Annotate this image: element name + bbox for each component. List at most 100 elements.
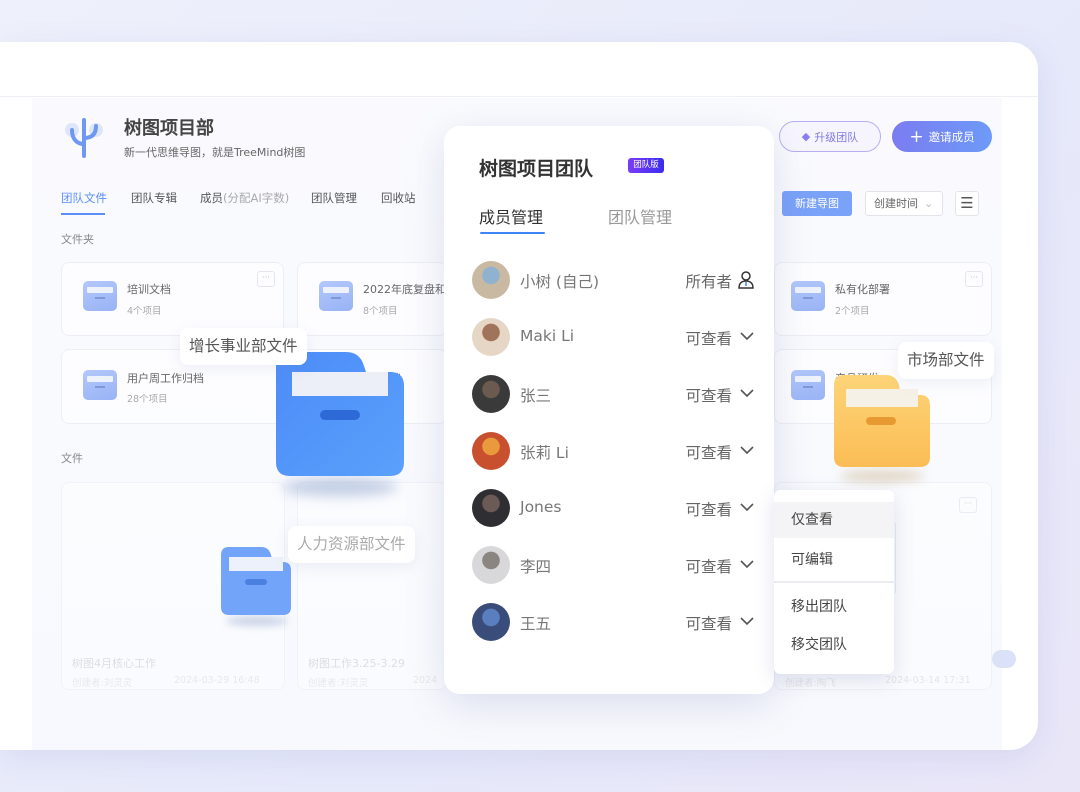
folder-card[interactable]: 2022年底复盘和 8个项目 (297, 262, 447, 336)
chevron-down-icon[interactable] (740, 560, 754, 569)
upgrade-team-button[interactable]: ◆ 升级团队 (779, 121, 881, 152)
member-row: 小树 (自己) 所有者 (472, 261, 754, 301)
tab-member-management[interactable]: 成员管理 (479, 204, 543, 228)
file-name: 树图4月核心工作 (72, 657, 156, 670)
tab-team-files[interactable]: 团队文件 (61, 190, 107, 206)
member-role-select[interactable]: 可查看 (685, 441, 732, 463)
tab-team-management[interactable]: 团队管理 (311, 190, 357, 206)
folder-icon (791, 370, 825, 400)
team-edition-badge: 团队版 (628, 158, 664, 173)
folder-count: 28个项目 (127, 394, 168, 405)
big-blue-folder-icon (276, 352, 404, 476)
active-tab-indicator (61, 213, 105, 215)
menu-item-can-edit[interactable]: 可编辑 (774, 542, 894, 578)
file-creator: 创建者:陶飞 (785, 678, 836, 689)
file-name: 树图工作3.25-3.29 (308, 657, 405, 670)
robot-assistant-icon[interactable] (992, 650, 1016, 668)
growth-dept-label: 增长事业部文件 (180, 328, 307, 365)
top-bar (0, 42, 1038, 97)
chevron-down-icon[interactable] (740, 446, 754, 455)
member-role-select[interactable]: 可查看 (685, 612, 732, 634)
member-name: 张三 (520, 387, 552, 405)
member-name: 王五 (520, 615, 552, 633)
invite-member-button[interactable]: + 邀请成员 (892, 121, 992, 152)
folders-heading: 文件夹 (61, 233, 94, 246)
sort-select[interactable]: 创建时间 ⌄ (865, 191, 943, 216)
sort-label: 创建时间 (874, 197, 918, 210)
member-name: Jones (520, 498, 562, 516)
team-subtitle: 新一代思维导图，就是TreeMind树图 (124, 146, 306, 159)
folder-card[interactable]: 私有化部署 2个项目 ··· (774, 262, 992, 336)
tab-members[interactable]: 成员(分配AI字数) (200, 190, 289, 206)
files-heading: 文件 (61, 452, 83, 465)
member-row: 李四 可查看 (472, 546, 754, 586)
member-row: Maki Li 可查看 (472, 318, 754, 358)
folder-count: 8个项目 (363, 306, 398, 317)
folder-name: 私有化部署 (835, 283, 890, 296)
file-creator: 创建者:刘灵灵 (308, 678, 369, 689)
file-card[interactable]: 树图工作3.25-3.29 创建者:刘灵灵 2024 (297, 482, 447, 690)
member-avatar (472, 546, 510, 584)
plus-icon: + (909, 126, 924, 147)
user-icon (738, 271, 754, 289)
member-avatar (472, 432, 510, 470)
folder-name: 2022年底复盘和 (363, 283, 446, 296)
chevron-down-icon[interactable] (740, 503, 754, 512)
menu-item-remove-from-team[interactable]: 移出团队 (774, 589, 894, 625)
menu-item-transfer-team[interactable]: 移交团队 (774, 627, 894, 663)
member-avatar (472, 489, 510, 527)
tab-team-settings[interactable]: 团队管理 (608, 204, 672, 228)
treemind-logo-icon (65, 118, 103, 158)
invite-label: 邀请成员 (928, 129, 975, 144)
member-role-select[interactable]: 可查看 (685, 384, 732, 406)
more-icon[interactable]: ··· (959, 497, 977, 513)
chevron-down-icon[interactable] (740, 332, 754, 341)
chevron-down-icon[interactable] (740, 389, 754, 398)
folder-shadow (282, 478, 398, 496)
member-role-select[interactable]: 可查看 (685, 498, 732, 520)
folder-count: 4个项目 (127, 306, 162, 317)
more-icon[interactable]: ··· (965, 271, 983, 287)
folder-name: 用户周工作归档 (127, 372, 204, 385)
list-view-button[interactable]: ☰ (955, 191, 979, 216)
member-row: 王五 可查看 (472, 603, 754, 643)
permission-dropdown: 仅查看 可编辑 移出团队 移交团队 (774, 490, 894, 674)
folder-name: 培训文档 (127, 283, 171, 296)
chevron-down-icon: ⌄ (924, 197, 934, 210)
member-row: 张三 可查看 (472, 375, 754, 415)
tab-team-albums[interactable]: 团队专辑 (131, 190, 177, 206)
team-member-panel: 树图项目团队 团队版 成员管理 团队管理 小树 (自己) 所有者 Maki Li… (444, 126, 774, 694)
folder-shadow (226, 616, 288, 626)
folder-count: 2个项目 (835, 306, 870, 317)
member-role-select[interactable]: 可查看 (685, 555, 732, 577)
member-name: 张莉 Li (520, 444, 569, 462)
folder-icon (319, 281, 353, 311)
more-icon[interactable]: ··· (257, 271, 275, 287)
member-avatar (472, 318, 510, 356)
mindmap-thumbnail (895, 523, 955, 593)
folder-icon (83, 281, 117, 311)
member-role: 所有者 (685, 273, 732, 291)
small-blue-folder-icon (221, 547, 291, 615)
folder-card[interactable]: 培训文档 4个项目 ··· (61, 262, 284, 336)
member-role-select[interactable]: 可查看 (685, 327, 732, 349)
active-tab-indicator (480, 232, 545, 234)
new-mindmap-button[interactable]: 新建导图 (782, 191, 852, 216)
tab-recycle-bin[interactable]: 回收站 (381, 190, 416, 206)
chevron-down-icon[interactable] (740, 617, 754, 626)
member-name: 小树 (自己) (520, 273, 600, 291)
yellow-folder-icon (834, 375, 930, 467)
folder-shadow (840, 470, 924, 482)
member-name: 李四 (520, 558, 552, 576)
menu-item-view-only[interactable]: 仅查看 (774, 502, 894, 538)
menu-divider (774, 581, 894, 583)
tab-members-label: 成员 (200, 191, 223, 205)
member-name: Maki Li (520, 327, 575, 345)
file-time: 2024-03-29 16:48 (174, 675, 260, 686)
upgrade-label: 升级团队 (814, 130, 859, 144)
member-row: Jones 可查看 (472, 489, 754, 529)
member-avatar (472, 375, 510, 413)
member-row: 张莉 Li 可查看 (472, 432, 754, 472)
tab-members-extra: (分配AI字数) (223, 191, 290, 205)
folder-icon (791, 281, 825, 311)
